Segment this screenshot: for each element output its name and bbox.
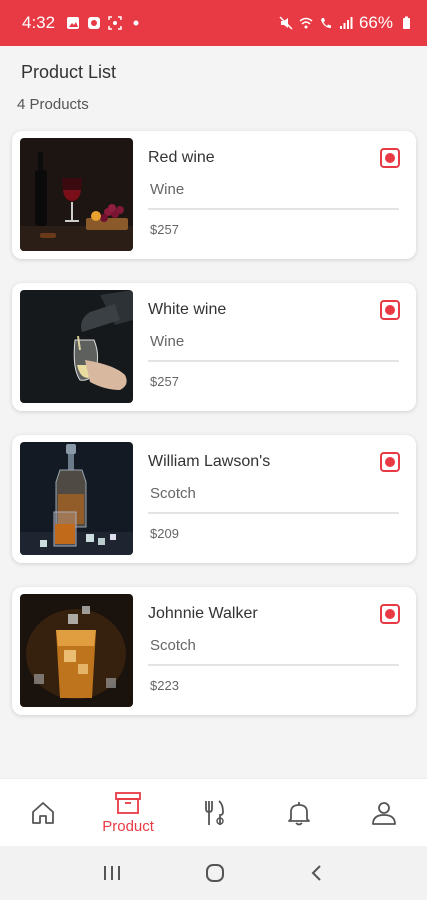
recent-apps-icon[interactable] — [101, 863, 123, 883]
battery-percent: 66% — [358, 13, 393, 32]
wifi-call-icon — [320, 18, 331, 28]
wifi-icon — [299, 17, 313, 29]
mute-icon — [279, 16, 293, 30]
status-time: 4:32 — [22, 13, 56, 32]
william-lawsons-image — [20, 442, 133, 555]
user-icon — [372, 801, 397, 825]
product-card[interactable]: William Lawson's Scotch $209 — [12, 435, 416, 563]
battery-icon — [403, 16, 410, 29]
screenshot-icon — [108, 16, 122, 30]
home-button-icon[interactable] — [204, 862, 226, 884]
bell-icon — [288, 801, 310, 825]
nav-home[interactable] — [0, 779, 85, 846]
red-wine-image — [20, 138, 133, 251]
radio-dot — [385, 457, 395, 467]
product-card[interactable]: White wine Wine $257 — [12, 283, 416, 411]
page-title: Product List — [21, 62, 117, 82]
product-name: Johnnie Walker — [148, 605, 258, 622]
johnnie-walker-image — [20, 594, 133, 707]
system-nav — [0, 846, 427, 900]
archive-box-icon — [115, 792, 142, 814]
signal-icon — [339, 17, 353, 29]
app-icon — [88, 17, 101, 29]
product-price: $257 — [150, 222, 179, 237]
product-count: 4 Products — [17, 96, 89, 113]
select-radio[interactable] — [380, 148, 400, 168]
product-price: $223 — [150, 678, 179, 693]
product-category: Scotch — [150, 485, 196, 502]
radio-dot — [385, 609, 395, 619]
divider — [148, 512, 399, 514]
nav-profile[interactable] — [342, 779, 427, 846]
image-icon — [67, 17, 80, 29]
product-price: $209 — [150, 526, 179, 541]
product-name: William Lawson's — [148, 453, 271, 470]
radio-dot — [385, 153, 395, 163]
back-icon[interactable] — [308, 863, 326, 883]
product-name: White wine — [148, 301, 227, 318]
product-category: Wine — [150, 181, 185, 198]
product-category: Scotch — [150, 637, 196, 654]
status-bar: 4:32 66% — [0, 0, 427, 46]
product-card[interactable]: Johnnie Walker Scotch $223 — [12, 587, 416, 715]
nav-product-label: Product — [102, 818, 154, 835]
product-card[interactable]: Red wine Wine $257 — [12, 131, 416, 259]
divider — [148, 664, 399, 666]
dot-icon — [133, 20, 139, 26]
product-name: Red wine — [148, 149, 215, 166]
nav-product[interactable]: Product — [85, 779, 170, 846]
divider — [148, 208, 399, 210]
select-radio[interactable] — [380, 452, 400, 472]
product-price: $257 — [150, 374, 179, 389]
nav-notifications[interactable] — [256, 779, 341, 846]
select-radio[interactable] — [380, 604, 400, 624]
white-wine-image — [20, 290, 133, 403]
fork-knife-icon — [204, 799, 224, 825]
product-category: Wine — [150, 333, 185, 350]
divider — [148, 360, 399, 362]
home-icon — [31, 801, 54, 824]
select-radio[interactable] — [380, 300, 400, 320]
radio-dot — [385, 305, 395, 315]
bottom-nav: Product — [0, 778, 427, 846]
nav-menu[interactable] — [171, 779, 256, 846]
